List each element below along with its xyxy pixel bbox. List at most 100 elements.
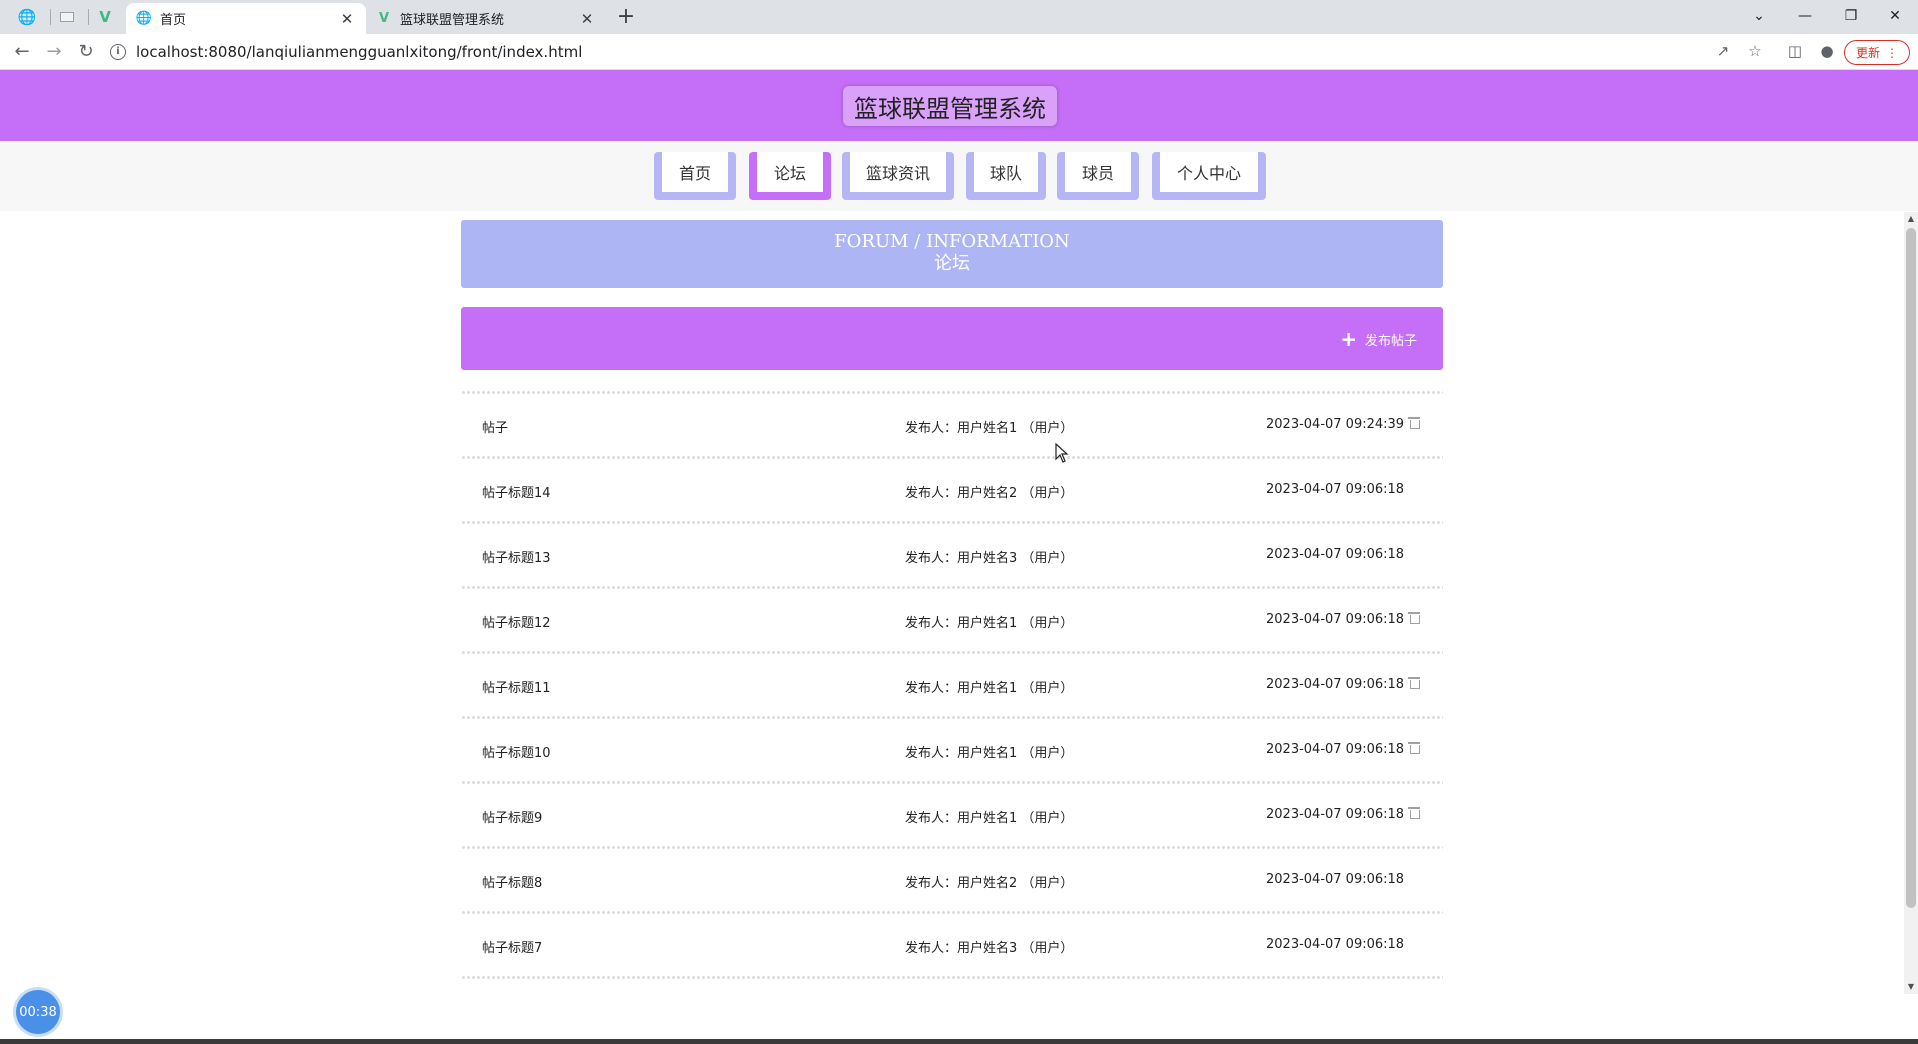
- side-panel-icon[interactable]: ◫: [1784, 42, 1806, 62]
- blank-page-icon[interactable]: [52, 6, 82, 28]
- nav-item-home[interactable]: 首页: [654, 152, 736, 200]
- scroll-down-arrow-icon[interactable]: ▼: [1904, 980, 1918, 994]
- close-icon[interactable]: ✕: [338, 10, 356, 28]
- url-field[interactable]: i localhost:8080/lanqiulianmengguanlxito…: [110, 38, 1790, 66]
- address-bar: ← → ↻ i localhost:8080/lanqiulianmenggua…: [0, 34, 1918, 70]
- close-icon[interactable]: ✕: [578, 10, 596, 28]
- nav-item-players[interactable]: 球员: [1057, 152, 1139, 200]
- profile-avatar-icon[interactable]: ●: [1816, 42, 1838, 62]
- main-nav: [0, 141, 1918, 211]
- nav-item-teams[interactable]: 球队: [966, 152, 1046, 200]
- post-date: 2023-04-07 09:06:18: [1266, 872, 1405, 887]
- post-row[interactable]: 帖子标题12 发布人：用户姓名1 （用户） 2023-04-07 09:06:1…: [461, 590, 1443, 650]
- forum-banner: FORUM / INFORMATION 论坛: [461, 220, 1443, 288]
- close-window-button[interactable]: ✕: [1872, 3, 1918, 29]
- post-row[interactable]: 帖子标题10 发布人：用户姓名1 （用户） 2023-04-07 09:06:1…: [461, 720, 1443, 780]
- post-row[interactable]: 帖子标题11 发布人：用户姓名1 （用户） 2023-04-07 09:06:1…: [461, 655, 1443, 715]
- delete-icon[interactable]: [1408, 676, 1421, 690]
- delete-icon[interactable]: [1408, 741, 1421, 755]
- share-icon[interactable]: ↗: [1712, 42, 1734, 62]
- nav-item-forum[interactable]: 论坛: [749, 152, 831, 200]
- tab-divider: [50, 9, 51, 25]
- recording-timer[interactable]: 00:38: [16, 990, 60, 1034]
- nav-label: 球员: [1065, 152, 1131, 192]
- taskbar-edge: [0, 1039, 1918, 1044]
- new-tab-button[interactable]: +: [612, 5, 640, 29]
- publish-post-button[interactable]: + 发布帖子: [1340, 329, 1417, 349]
- forward-arrow-icon[interactable]: →: [40, 39, 68, 65]
- vue-logo-icon: V: [378, 11, 390, 26]
- post-title[interactable]: 帖子标题11: [482, 677, 551, 696]
- tab-title: 首页: [160, 13, 187, 28]
- post-date: 2023-04-07 09:06:18: [1266, 742, 1405, 757]
- post-row[interactable]: 帖子标题14 发布人：用户姓名2 （用户） 2023-04-07 09:06:1…: [461, 460, 1443, 520]
- post-row[interactable]: 帖子标题8 发布人：用户姓名2 （用户） 2023-04-07 09:06:18: [461, 850, 1443, 910]
- post-author: 发布人：用户姓名3 （用户）: [905, 941, 1074, 956]
- nav-item-personal-center[interactable]: 个人中心: [1152, 152, 1266, 200]
- delete-icon[interactable]: [1408, 806, 1421, 820]
- post-author: 发布人：用户姓名1 （用户）: [905, 746, 1074, 761]
- tab-divider: [88, 9, 89, 25]
- post-row[interactable]: 帖子标题7 发布人：用户姓名3 （用户） 2023-04-07 09:06:18: [461, 915, 1443, 975]
- post-author: 发布人：用户姓名2 （用户）: [905, 486, 1074, 501]
- scrollbar-thumb[interactable]: [1906, 228, 1916, 908]
- update-label: 更新: [1855, 46, 1880, 60]
- post-date: 2023-04-07 09:06:18: [1266, 807, 1405, 822]
- nav-label: 首页: [662, 152, 728, 192]
- bookmark-star-icon[interactable]: ☆: [1744, 42, 1766, 62]
- delete-icon[interactable]: [1408, 416, 1421, 430]
- post-date: 2023-04-07 09:24:39: [1266, 417, 1405, 432]
- post-date: 2023-04-07 09:06:18: [1266, 482, 1405, 497]
- dotted-divider: [461, 975, 1443, 980]
- site-title: 篮球联盟管理系统: [843, 86, 1057, 126]
- mouse-cursor-icon: [1055, 443, 1069, 463]
- globe-icon[interactable]: 🌐: [12, 6, 42, 28]
- nav-label: 论坛: [757, 152, 823, 192]
- scroll-up-arrow-icon[interactable]: ▲: [1904, 212, 1918, 226]
- post-row[interactable]: 帖子 发布人：用户姓名1 （用户） 2023-04-07 09:24:39: [461, 395, 1443, 455]
- post-author: 发布人：用户姓名1 （用户）: [905, 811, 1074, 826]
- more-menu-icon: ⋮: [1886, 45, 1898, 60]
- update-button[interactable]: 更新 ⋮: [1844, 40, 1910, 65]
- url-text: localhost:8080/lanqiulianmengguanlxitong…: [136, 43, 583, 61]
- tab-search-icon[interactable]: ⌄: [1736, 3, 1782, 29]
- back-arrow-icon[interactable]: ←: [8, 39, 36, 65]
- post-title[interactable]: 帖子标题9: [482, 807, 542, 826]
- nav-item-basketball-news[interactable]: 篮球资讯: [842, 152, 954, 200]
- post-title[interactable]: 帖子标题8: [482, 872, 542, 891]
- minimize-button[interactable]: —: [1782, 3, 1828, 29]
- post-row[interactable]: 帖子标题13 发布人：用户姓名3 （用户） 2023-04-07 09:06:1…: [461, 525, 1443, 585]
- browser-tab-bar: 🌐 V 🌐 首页 ✕ V 篮球联盟管理系统 ✕ + ⌄ — ❐ ✕: [0, 0, 1918, 34]
- nav-label: 个人中心: [1160, 152, 1258, 192]
- post-title[interactable]: 帖子标题13: [482, 547, 551, 566]
- post-author: 发布人：用户姓名3 （用户）: [905, 551, 1074, 566]
- post-author: 发布人：用户姓名1 （用户）: [905, 421, 1074, 436]
- page-scrollbar[interactable]: ▲ ▼: [1904, 212, 1918, 994]
- post-toolbar: + 发布帖子: [461, 307, 1443, 370]
- forum-banner-title-en: FORUM / INFORMATION: [834, 231, 1070, 252]
- vue-logo-icon[interactable]: V: [90, 6, 120, 28]
- post-title[interactable]: 帖子标题7: [482, 937, 542, 956]
- nav-label: 球队: [974, 152, 1038, 192]
- post-title[interactable]: 帖子标题14: [482, 482, 551, 501]
- delete-icon[interactable]: [1408, 611, 1421, 625]
- tab-home[interactable]: 🌐 首页 ✕: [126, 3, 366, 34]
- post-author: 发布人：用户姓名1 （用户）: [905, 681, 1074, 696]
- site-info-icon[interactable]: i: [110, 44, 126, 60]
- tab-league-system[interactable]: V 篮球联盟管理系统 ✕: [366, 3, 606, 34]
- post-author: 发布人：用户姓名2 （用户）: [905, 876, 1074, 891]
- restore-button[interactable]: ❐: [1828, 3, 1874, 29]
- post-date: 2023-04-07 09:06:18: [1266, 677, 1405, 692]
- post-title[interactable]: 帖子标题10: [482, 742, 551, 761]
- forum-banner-title-cn: 论坛: [934, 253, 970, 274]
- post-title[interactable]: 帖子标题12: [482, 612, 551, 631]
- post-title[interactable]: 帖子: [482, 417, 508, 436]
- reload-icon[interactable]: ↻: [72, 39, 100, 65]
- plus-icon: +: [1340, 327, 1357, 351]
- tab-title: 篮球联盟管理系统: [400, 13, 505, 28]
- post-date: 2023-04-07 09:06:18: [1266, 937, 1405, 952]
- publish-post-label: 发布帖子: [1364, 333, 1417, 349]
- nav-label: 篮球资讯: [850, 152, 946, 192]
- post-row[interactable]: 帖子标题9 发布人：用户姓名1 （用户） 2023-04-07 09:06:18: [461, 785, 1443, 845]
- post-author: 发布人：用户姓名1 （用户）: [905, 616, 1074, 631]
